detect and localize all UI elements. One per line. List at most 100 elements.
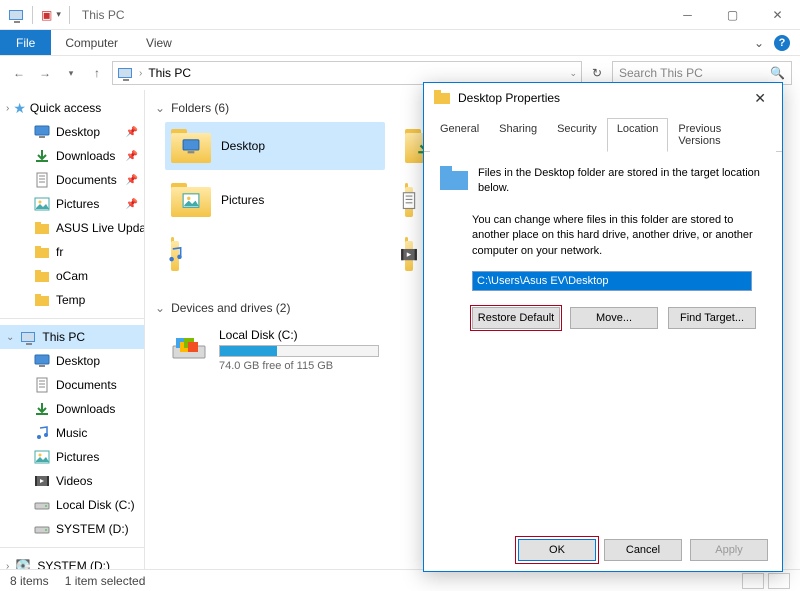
move-button[interactable]: Move... xyxy=(570,307,658,329)
drive-label: SYSTEM (D:) xyxy=(37,559,110,569)
nav-recent-dropdown[interactable]: ▾ xyxy=(60,62,82,84)
drive-icon: 💽 xyxy=(15,558,31,569)
navigation-pane: › ★ Quick access Desktop📌Downloads📌Docum… xyxy=(0,90,145,569)
chevron-down-icon: ⌄ xyxy=(155,101,165,115)
dialog-tab-sharing[interactable]: Sharing xyxy=(489,118,547,152)
qat-save-icon[interactable]: ▣ xyxy=(41,8,52,22)
dialog-tab-location[interactable]: Location xyxy=(607,118,669,152)
sidebar-item-local-disk-c-[interactable]: Local Disk (C:) xyxy=(0,493,144,517)
status-item-count: 8 items xyxy=(10,574,49,588)
file-tab[interactable]: File xyxy=(0,30,51,55)
sidebar-this-pc[interactable]: ⌄ This PC xyxy=(0,325,144,349)
dialog-tab-previous-versions[interactable]: Previous Versions xyxy=(668,118,776,152)
folder-icon xyxy=(171,183,211,217)
ribbon-tab-computer[interactable]: Computer xyxy=(51,30,132,55)
folder-icon xyxy=(34,220,50,236)
dialog-tabs: GeneralSharingSecurityLocationPrevious V… xyxy=(424,115,782,152)
help-icon[interactable]: ? xyxy=(774,35,790,51)
sidebar-item-pictures[interactable]: Pictures📌 xyxy=(0,192,144,216)
folder-item-partial[interactable] xyxy=(399,230,419,278)
downloads-icon xyxy=(34,401,50,417)
sidebar-item-label: Documents xyxy=(56,173,117,187)
find-target-button[interactable]: Find Target... xyxy=(668,307,756,329)
pin-icon: 📌 xyxy=(126,127,138,138)
sidebar-item-label: Desktop xyxy=(56,354,100,368)
sidebar-item-temp[interactable]: Temp xyxy=(0,288,144,312)
chevron-right-icon: › xyxy=(139,68,142,79)
location-path-input[interactable] xyxy=(472,271,752,291)
pictures-icon xyxy=(34,196,50,212)
drive-free-text: 74.0 GB free of 115 GB xyxy=(219,360,409,372)
drive-item[interactable]: Local Disk (C:) 74.0 GB free of 115 GB xyxy=(165,322,415,378)
dialog-titlebar[interactable]: Desktop Properties ✕ xyxy=(424,83,782,113)
maximize-button[interactable]: ▢ xyxy=(710,0,755,30)
dialog-title: Desktop Properties xyxy=(458,91,560,105)
sidebar-item-asus-live-updat[interactable]: ASUS Live Updat xyxy=(0,216,144,240)
ribbon: File Computer View ⌄ ? xyxy=(0,30,800,56)
folder-item-partial[interactable] xyxy=(399,176,419,224)
address-icon xyxy=(117,65,133,81)
folder-icon xyxy=(34,292,50,308)
icons-view-button[interactable] xyxy=(768,573,790,589)
desktop-icon xyxy=(34,124,50,140)
nav-back-button[interactable]: ← xyxy=(8,62,30,84)
sidebar-item-label: Music xyxy=(56,426,87,440)
sidebar-item-downloads[interactable]: Downloads xyxy=(0,397,144,421)
quick-access-header[interactable]: › ★ Quick access xyxy=(0,96,144,120)
sidebar-item-label: oCam xyxy=(56,269,88,283)
refresh-button[interactable]: ↻ xyxy=(586,66,608,80)
folder-icon xyxy=(171,129,211,163)
folder-label: Desktop xyxy=(221,139,265,153)
pin-icon: 📌 xyxy=(126,199,138,210)
this-pc-label: This PC xyxy=(42,330,85,344)
sidebar-bottom-drive[interactable]: › 💽 SYSTEM (D:) xyxy=(0,554,144,569)
sidebar-item-label: ASUS Live Updat xyxy=(56,221,144,235)
ribbon-tab-view[interactable]: View xyxy=(132,30,186,55)
sidebar-item-downloads[interactable]: Downloads 📌 xyxy=(0,144,144,168)
pictures-icon xyxy=(34,449,50,465)
ok-button[interactable]: OK xyxy=(518,539,596,561)
minimize-button[interactable]: ─ xyxy=(665,0,710,30)
sidebar-item-pictures[interactable]: Pictures xyxy=(0,445,144,469)
status-selection: 1 item selected xyxy=(65,574,146,588)
sidebar-item-videos[interactable]: Videos xyxy=(0,469,144,493)
dialog-close-button[interactable]: ✕ xyxy=(748,90,772,107)
close-button[interactable]: ✕ xyxy=(755,0,800,30)
dialog-tab-general[interactable]: General xyxy=(430,118,489,152)
cancel-button[interactable]: Cancel xyxy=(604,539,682,561)
quick-access-label: Quick access xyxy=(30,101,101,115)
dialog-description: You can change where files in this folde… xyxy=(472,213,766,259)
videos-icon xyxy=(34,473,50,489)
sidebar-item-desktop[interactable]: Desktop xyxy=(0,349,144,373)
drive-usage-bar xyxy=(219,345,379,357)
chevron-right-icon: › xyxy=(6,561,9,570)
sidebar-item-music[interactable]: Music xyxy=(0,421,144,445)
address-dropdown-icon[interactable]: ⌄ xyxy=(569,68,577,79)
folder-item-pictures[interactable]: Pictures xyxy=(165,176,385,224)
drive-name: Local Disk (C:) xyxy=(219,328,409,342)
restore-default-button[interactable]: Restore Default xyxy=(472,307,560,329)
qat-dropdown-icon[interactable]: ▾ xyxy=(56,9,61,20)
music-icon xyxy=(34,425,50,441)
pin-icon: 📌 xyxy=(126,151,138,162)
apply-button[interactable]: Apply xyxy=(690,539,768,561)
sidebar-item-fr[interactable]: fr xyxy=(0,240,144,264)
dialog-tab-security[interactable]: Security xyxy=(547,118,607,152)
sidebar-item-documents[interactable]: Documents📌 xyxy=(0,168,144,192)
sidebar-item-label: Downloads xyxy=(56,149,115,163)
sidebar-item-ocam[interactable]: oCam xyxy=(0,264,144,288)
sidebar-item-documents[interactable]: Documents xyxy=(0,373,144,397)
window-titlebar: ▣ ▾ This PC ─ ▢ ✕ xyxy=(0,0,800,30)
sidebar-item-system-d-[interactable]: SYSTEM (D:) xyxy=(0,517,144,541)
nav-forward-button[interactable]: → xyxy=(34,62,56,84)
sidebar-item-label: Temp xyxy=(56,293,85,307)
folder-item-partial[interactable] xyxy=(165,230,185,278)
ribbon-expand-icon[interactable]: ⌄ xyxy=(754,36,764,50)
documents-icon xyxy=(34,377,50,393)
folder-icon xyxy=(34,244,50,260)
sidebar-item-desktop[interactable]: Desktop📌 xyxy=(0,120,144,144)
details-view-button[interactable] xyxy=(742,573,764,589)
nav-up-button[interactable]: ↑ xyxy=(86,62,108,84)
folder-icon xyxy=(171,237,179,271)
folder-item-desktop[interactable]: Desktop xyxy=(165,122,385,170)
